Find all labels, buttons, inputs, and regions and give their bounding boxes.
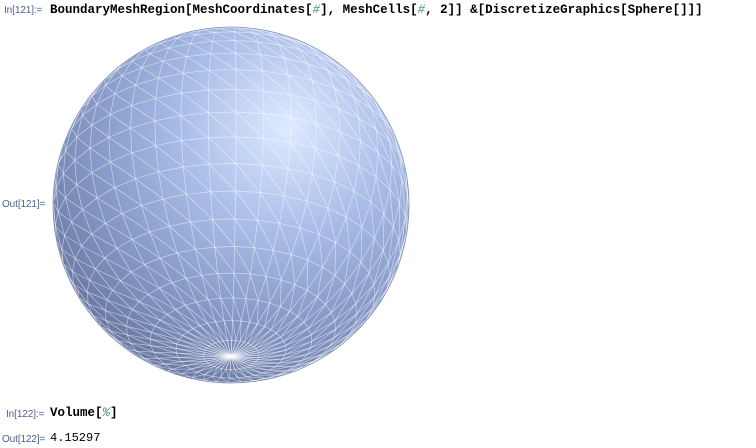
- mesh-edge: [234, 40, 236, 54]
- mesh-edge: [234, 31, 236, 41]
- mesh-edge: [234, 218, 236, 247]
- sphere-graphic[interactable]: [50, 24, 412, 386]
- mesh-edge: [214, 31, 235, 33]
- slot-symbol: #: [312, 3, 321, 17]
- mesh-edge: [181, 360, 206, 362]
- out-122-label: Out[122]=: [2, 434, 46, 445]
- mesh-edge: [234, 190, 236, 220]
- mesh-edge: [212, 218, 236, 220]
- slot-symbol: %: [102, 406, 111, 420]
- out-122-value: 4.15297: [50, 431, 101, 445]
- in-122-code[interactable]: Volume[%]: [50, 406, 118, 420]
- code-part: BoundaryMeshRegion[MeshCoordinates[: [50, 3, 313, 17]
- mesh-edge: [223, 340, 228, 342]
- in-121-label: In[121]:=: [4, 5, 43, 16]
- in-122-label: In[122]:=: [6, 409, 45, 420]
- mesh-edge: [234, 368, 239, 370]
- code-part: ], MeshCells[: [320, 3, 418, 17]
- code-part: ]: [110, 406, 118, 420]
- out-121-label: Out[121]=: [2, 199, 46, 210]
- sphere-svg: [52, 26, 410, 384]
- code-part: Volume[: [50, 406, 103, 420]
- slot-symbol: #: [417, 3, 426, 17]
- code-part: , 2]] &[DiscretizeGraphics[Sphere[]]]: [425, 3, 703, 17]
- mesh-edge: [232, 320, 242, 322]
- in-121-code[interactable]: BoundaryMeshRegion[MeshCoordinates[#], M…: [50, 3, 703, 17]
